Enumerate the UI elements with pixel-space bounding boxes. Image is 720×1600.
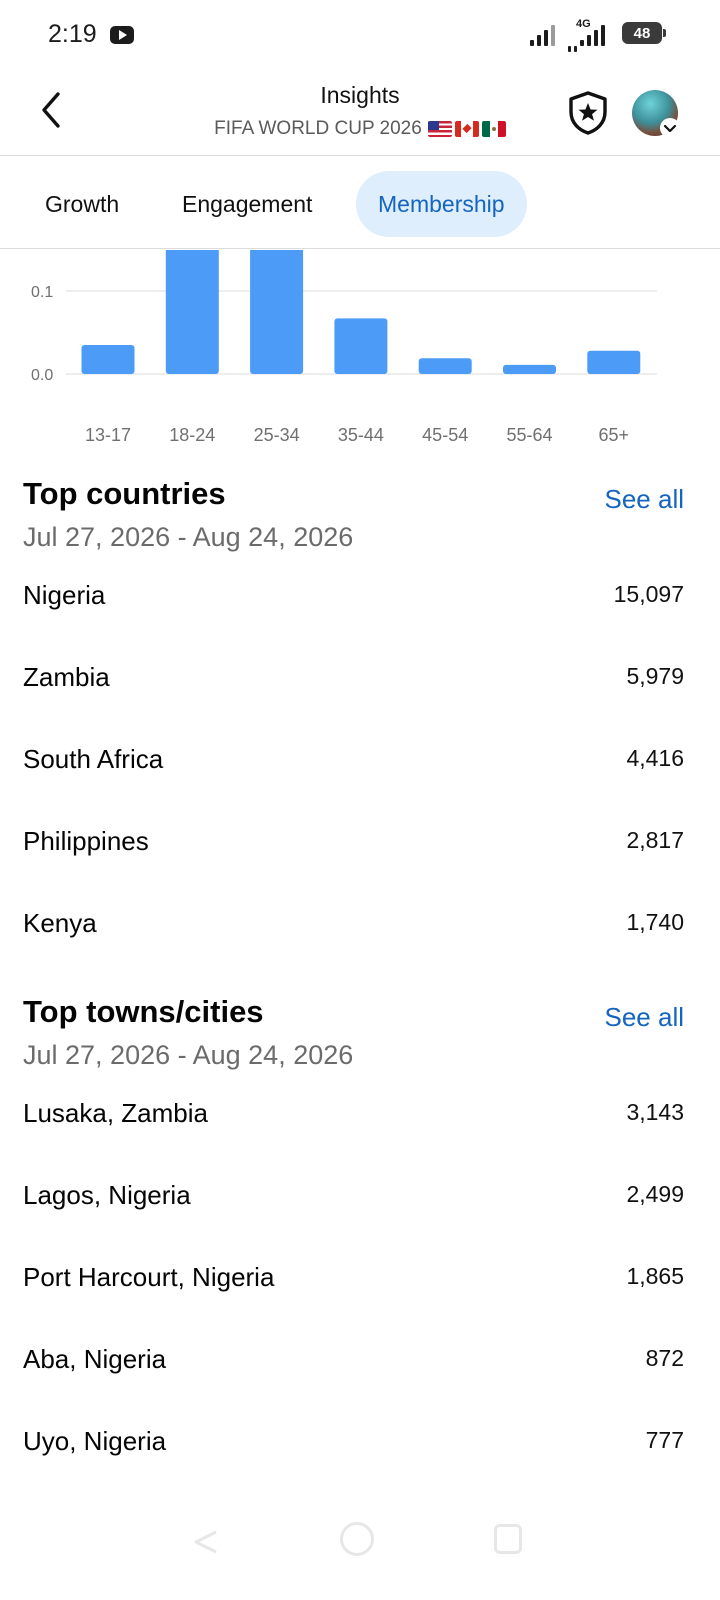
status-bar: 2:19 4G 48 xyxy=(0,0,720,70)
data-arrows-icon xyxy=(568,30,577,52)
city-count: 777 xyxy=(645,1427,684,1453)
bar-25-34[interactable] xyxy=(250,250,304,374)
bar-35-44[interactable] xyxy=(334,318,388,374)
city-count: 3,143 xyxy=(626,1099,684,1125)
bar-45-54[interactable] xyxy=(418,358,472,374)
city-name: Uyo, Nigeria xyxy=(23,1426,167,1456)
country-row-philippines: Philippines 2,817 xyxy=(0,814,720,874)
tab-engagement[interactable]: Engagement xyxy=(160,171,334,237)
status-time: 2:19 xyxy=(48,20,97,48)
bar-65+[interactable] xyxy=(587,350,641,374)
bar-55-64[interactable] xyxy=(503,364,556,374)
country-name: South Africa xyxy=(23,744,164,774)
country-row-nigeria: Nigeria 15,097 xyxy=(0,568,720,628)
city-name: Port Harcourt, Nigeria xyxy=(23,1262,275,1292)
country-name: Nigeria xyxy=(23,580,106,610)
city-row-port-harcourt: Port Harcourt, Nigeria 1,865 xyxy=(0,1250,720,1310)
top-cities-title: Top towns/cities xyxy=(23,994,264,1029)
youtube-icon xyxy=(110,26,134,44)
country-name: Kenya xyxy=(23,908,97,938)
country-row-zambia: Zambia 5,979 xyxy=(0,650,720,710)
app-header: Insights FIFA WORLD CUP 2026 xyxy=(0,70,720,156)
chevron-down-icon[interactable] xyxy=(660,118,680,138)
country-row-kenya: Kenya 1,740 xyxy=(0,896,720,956)
mexico-flag-icon xyxy=(481,120,506,137)
nav-recents-icon[interactable] xyxy=(494,1524,522,1554)
battery-level: 48 xyxy=(633,24,651,42)
city-row-aba: Aba, Nigeria 872 xyxy=(0,1332,720,1392)
top-countries-title: Top countries xyxy=(23,476,226,511)
x-tick-label: 45-54 xyxy=(422,425,468,445)
x-tick-label: 35-44 xyxy=(338,425,384,445)
insights-tabs: Growth Engagement Membership xyxy=(0,157,720,249)
y-tick-label: 0.0 xyxy=(31,367,53,384)
bar-18-24[interactable] xyxy=(165,250,219,374)
country-row-south-africa: South Africa 4,416 xyxy=(0,732,720,792)
country-count: 4,416 xyxy=(626,745,684,771)
top-cities-date-range: Jul 27, 2026 - Aug 24, 2026 xyxy=(23,1040,354,1070)
flags xyxy=(427,120,506,137)
age-distribution-chart: 0.0 0.1 13-17 18-24 25-34 35-44 45-54 55-64 65+ xyxy=(31,250,657,445)
page-subtitle: FIFA WORLD CUP 2026 xyxy=(0,118,720,140)
tab-membership[interactable]: Membership xyxy=(356,171,527,237)
city-row-uyo: Uyo, Nigeria 777 xyxy=(0,1414,720,1474)
city-count: 2,499 xyxy=(626,1181,684,1207)
signal-strength-icon-2 xyxy=(580,24,605,46)
city-name: Lusaka, Zambia xyxy=(23,1098,208,1128)
country-name: Philippines xyxy=(23,826,149,856)
nav-back-icon[interactable] xyxy=(190,1522,224,1556)
country-count: 2,817 xyxy=(626,827,684,853)
top-countries-see-all-link[interactable]: See all xyxy=(605,484,685,515)
x-tick-label: 18-24 xyxy=(169,425,215,445)
country-name: Zambia xyxy=(23,662,110,692)
country-count: 1,740 xyxy=(626,909,684,935)
x-tick-label: 55-64 xyxy=(506,425,552,445)
tab-growth[interactable]: Growth xyxy=(23,171,141,237)
city-row-lagos: Lagos, Nigeria 2,499 xyxy=(0,1168,720,1228)
battery-icon: 48 xyxy=(622,22,666,44)
y-tick-label: 0.1 xyxy=(31,284,53,301)
top-cities-see-all-link[interactable]: See all xyxy=(605,1002,685,1033)
x-tick-label: 25-34 xyxy=(254,425,300,445)
city-name: Aba, Nigeria xyxy=(23,1344,167,1374)
canada-flag-icon xyxy=(454,120,479,137)
us-flag-icon xyxy=(427,120,452,137)
bar-13-17[interactable] xyxy=(81,344,135,374)
page-title: Insights xyxy=(320,82,400,108)
x-tick-label: 13-17 xyxy=(85,425,131,445)
country-count: 5,979 xyxy=(626,663,684,689)
top-countries-date-range: Jul 27, 2026 - Aug 24, 2026 xyxy=(23,522,354,552)
city-row-lusaka: Lusaka, Zambia 3,143 xyxy=(0,1086,720,1146)
nav-home-icon[interactable] xyxy=(340,1522,374,1556)
admin-badge-icon[interactable] xyxy=(566,90,610,136)
country-count: 15,097 xyxy=(613,581,684,607)
city-count: 1,865 xyxy=(626,1263,684,1289)
signal-strength-icon xyxy=(530,24,555,46)
x-tick-label: 65+ xyxy=(599,425,630,445)
system-nav-bar xyxy=(0,1500,720,1600)
city-name: Lagos, Nigeria xyxy=(23,1180,191,1210)
group-name: FIFA WORLD CUP 2026 xyxy=(214,118,422,139)
city-count: 872 xyxy=(645,1345,684,1371)
